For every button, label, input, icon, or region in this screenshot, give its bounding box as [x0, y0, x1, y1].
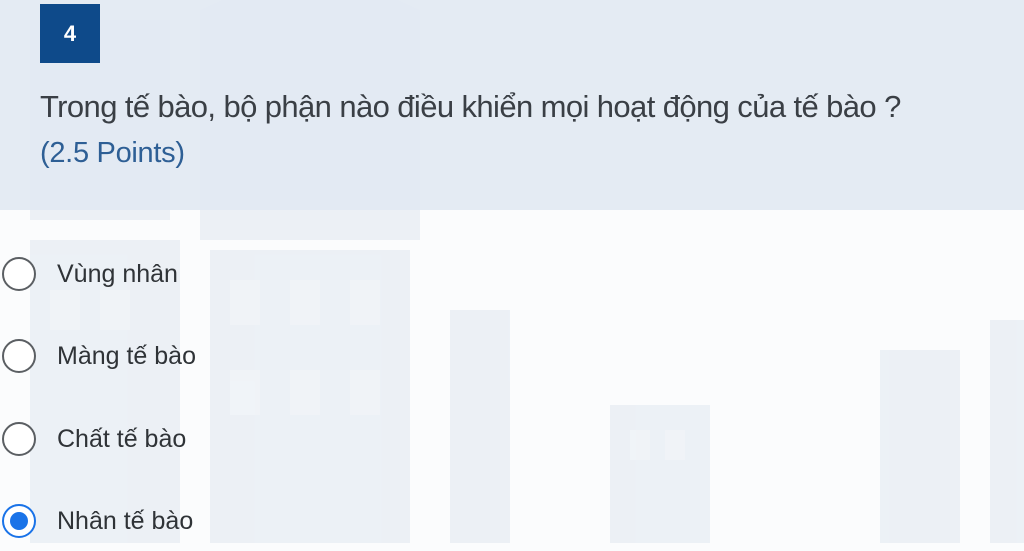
radio-button-selected[interactable]	[2, 504, 36, 538]
option-label: Nhân tế bào	[57, 506, 194, 535]
question-number-badge: 4	[40, 4, 100, 63]
option-label: Màng tế bào	[57, 341, 196, 370]
radio-button[interactable]	[2, 422, 36, 456]
question-header: 4 Trong tế bào, bộ phận nào điều khiển m…	[0, 0, 1024, 210]
question-text: Trong tế bào, bộ phận nào điều khiển mọi…	[40, 89, 901, 124]
option-label: Chất tế bào	[57, 424, 187, 453]
radio-button[interactable]	[2, 257, 36, 291]
option-mang-te-bao[interactable]: Màng tế bào	[0, 326, 400, 386]
option-vung-nhan[interactable]: Vùng nhân	[0, 244, 400, 304]
radio-button[interactable]	[2, 339, 36, 373]
option-chat-te-bao[interactable]: Chất tế bào	[0, 409, 400, 469]
question-points: (2.5 Points)	[40, 137, 185, 169]
option-label: Vùng nhân	[57, 259, 178, 288]
option-nhan-te-bao[interactable]: Nhân tế bào	[0, 491, 400, 551]
